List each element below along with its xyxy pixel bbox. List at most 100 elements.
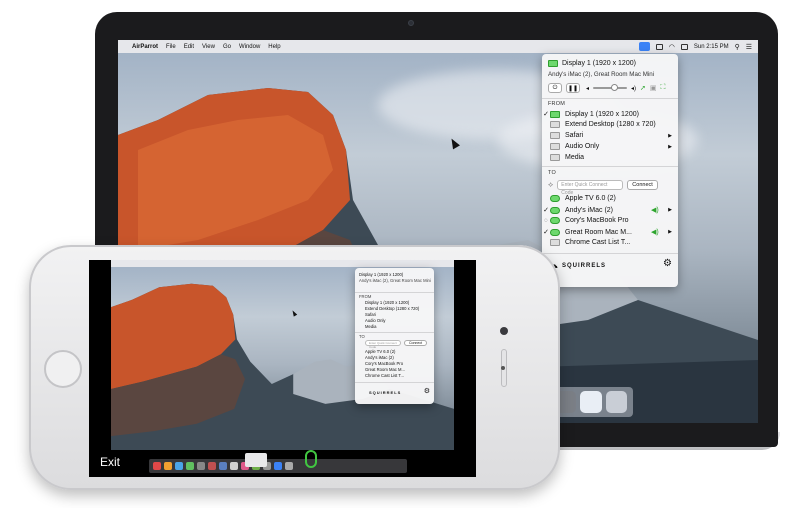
mirrored-current-targets: Andy's iMac (2), Great Room Mac Mini [359,278,431,283]
source-safari[interactable]: Safari ▶ [542,132,678,139]
source-label: Extend Desktop (1280 x 720) [565,121,656,128]
dock-app-icon[interactable] [197,462,205,470]
dock-app-icon[interactable] [219,462,227,470]
computer-icon [550,217,560,224]
to-section-label: TO [548,170,556,176]
extend-toggle-icon[interactable]: ▣ [650,84,657,92]
separator [355,332,434,333]
mirrored-source-3[interactable]: Safari [365,312,434,317]
keyboard-icon[interactable] [245,453,267,467]
menu-view[interactable]: View [202,44,215,50]
speaker-icon[interactable]: ◀) [651,229,660,236]
notification-center-icon[interactable]: ☰ [746,43,752,51]
menu-file[interactable]: File [166,44,176,50]
settings-gear-icon[interactable]: ⚙ [663,258,672,269]
mirrored-current-display: Display 1 (1920 x 1200) [359,272,404,277]
menu-edit[interactable]: Edit [184,44,194,50]
menu-app-name[interactable]: AirParrot [132,44,158,50]
source-extend-desktop[interactable]: Extend Desktop (1280 x 720) [542,121,678,128]
mirrored-source-1[interactable]: Display 1 (1920 x 1200) [365,300,434,305]
iphone-home-button[interactable] [44,350,82,388]
target-corys-macbook[interactable]: ◌ Cory's MacBook Pro [542,217,678,224]
mirrored-target-5[interactable]: Chrome Cast List T... [365,373,434,378]
quick-connect-row: ⟡ Enter Quick Connect Code Connect [548,180,678,196]
computer-icon [550,228,560,236]
squirrels-brand-label: SQUIRRELS [562,263,607,269]
volume-slider[interactable] [593,84,628,91]
mirrored-source-4[interactable]: Audio Only [365,318,434,323]
dock-trash-icon[interactable] [605,391,627,413]
airparrot-menu: Display 1 (1920 x 1200) Andy's iMac (2),… [542,54,678,287]
dock-document-icon[interactable] [580,391,602,413]
pause-button[interactable]: ❚❚ [566,83,580,93]
airparrot-status-icon[interactable] [638,42,650,51]
mirrored-target-2[interactable]: Andy's iMac (2) [365,355,434,360]
mirrored-target-1[interactable]: Apple TV 6.0 (2) [365,349,434,354]
display-icon [550,110,560,118]
fullscreen-toggle-icon[interactable]: ⛶ [661,84,666,92]
dock-trash-icon[interactable] [285,462,293,470]
target-andys-imac[interactable]: ✓ Andy's iMac (2) ◀) ▶ [542,206,678,214]
volume-high-icon: ◂) [631,85,637,92]
quick-connect-input[interactable]: Enter Quick Connect Code [557,180,624,196]
mirrored-brand-label: SQUIRRELS [369,390,402,395]
source-label: Display 1 (1920 x 1200) [565,110,639,118]
mirrored-source-5[interactable]: Media [365,324,434,329]
volume-slider-knob[interactable] [611,84,619,91]
source-audio-only[interactable]: Audio Only ▶ [542,143,678,150]
target-label: Cory's MacBook Pro [565,217,629,224]
checkmark-icon: ✓ [543,207,549,214]
source-label: Media [565,154,585,161]
power-button[interactable]: ⏻ [548,83,562,93]
mac-menu-bar: AirParrot File Edit View Go Window Help … [118,40,758,53]
cursor-toggle-icon[interactable]: ➚ [640,84,646,92]
menu-help[interactable]: Help [268,44,280,50]
target-great-room-mac-mini[interactable]: ✓ Great Room Mac M... ◀) ▶ [542,228,678,236]
playback-controls: ⏻ ❚❚ ◂ ◂) ➚ ▣ ⛶ [548,83,678,93]
menu-go[interactable]: Go [223,44,231,50]
menu-window[interactable]: Window [239,44,260,50]
speaker-icon[interactable]: ◀) [651,207,660,214]
mouse-mode-icon[interactable] [305,450,317,468]
dock-app-icon[interactable] [274,462,282,470]
connect-button[interactable]: Connect [627,180,658,190]
mirrored-settings-gear-icon[interactable]: ⚙ [424,387,430,395]
checkmark-icon: ✓ [543,229,549,236]
submenu-arrow-icon: ▶ [668,132,672,139]
mirrored-connect-button[interactable]: Connect [404,340,428,346]
mirrored-dock [149,459,407,473]
battery-icon[interactable] [680,43,688,50]
mirrored-target-3[interactable]: Cory's MacBook Pro [365,361,434,366]
dock-app-icon[interactable] [186,462,194,470]
dock-app-icon[interactable] [230,462,238,470]
separator [542,166,678,167]
source-media[interactable]: Media [542,154,678,161]
dock-app-icon[interactable] [208,462,216,470]
mirrored-to-label: TO [359,334,365,339]
audio-icon [550,143,560,150]
display-status-icon[interactable] [655,43,663,50]
source-display-1[interactable]: ✓ Display 1 (1920 x 1200) [542,110,678,118]
wifi-icon[interactable]: ◠ [669,43,675,51]
current-display-label: Display 1 (1920 x 1200) [562,60,636,67]
mirrored-quick-connect-row: Enter Quick Connect Code Connect [365,340,434,349]
separator [542,253,678,254]
separator [355,382,434,383]
mirrored-source-2[interactable]: Extend Desktop (1280 x 720) [365,306,434,311]
mirrored-quick-connect-input[interactable]: Enter Quick Connect Code [365,340,401,349]
target-label: Andy's iMac (2) [565,206,614,214]
separator [355,292,434,293]
display-icon [548,60,558,67]
dock-app-icon[interactable] [175,462,183,470]
dock-app-icon[interactable] [164,462,172,470]
chromecast-icon [550,239,560,246]
menu-clock[interactable]: Sun 2:15 PM [694,44,729,50]
mirrored-target-4[interactable]: Great Room Mac M... [365,367,434,372]
spotlight-search-icon[interactable]: ⚲ [735,43,740,51]
mirrored-desktop: Display 1 (1920 x 1200) Andy's iMac (2),… [111,260,454,450]
mirrored-menu-bar [111,260,454,267]
target-chromecast[interactable]: Chrome Cast List T... [542,239,678,246]
target-apple-tv[interactable]: Apple TV 6.0 (2) [542,195,678,202]
exit-button[interactable]: Exit [100,455,120,469]
dock-app-icon[interactable] [153,462,161,470]
